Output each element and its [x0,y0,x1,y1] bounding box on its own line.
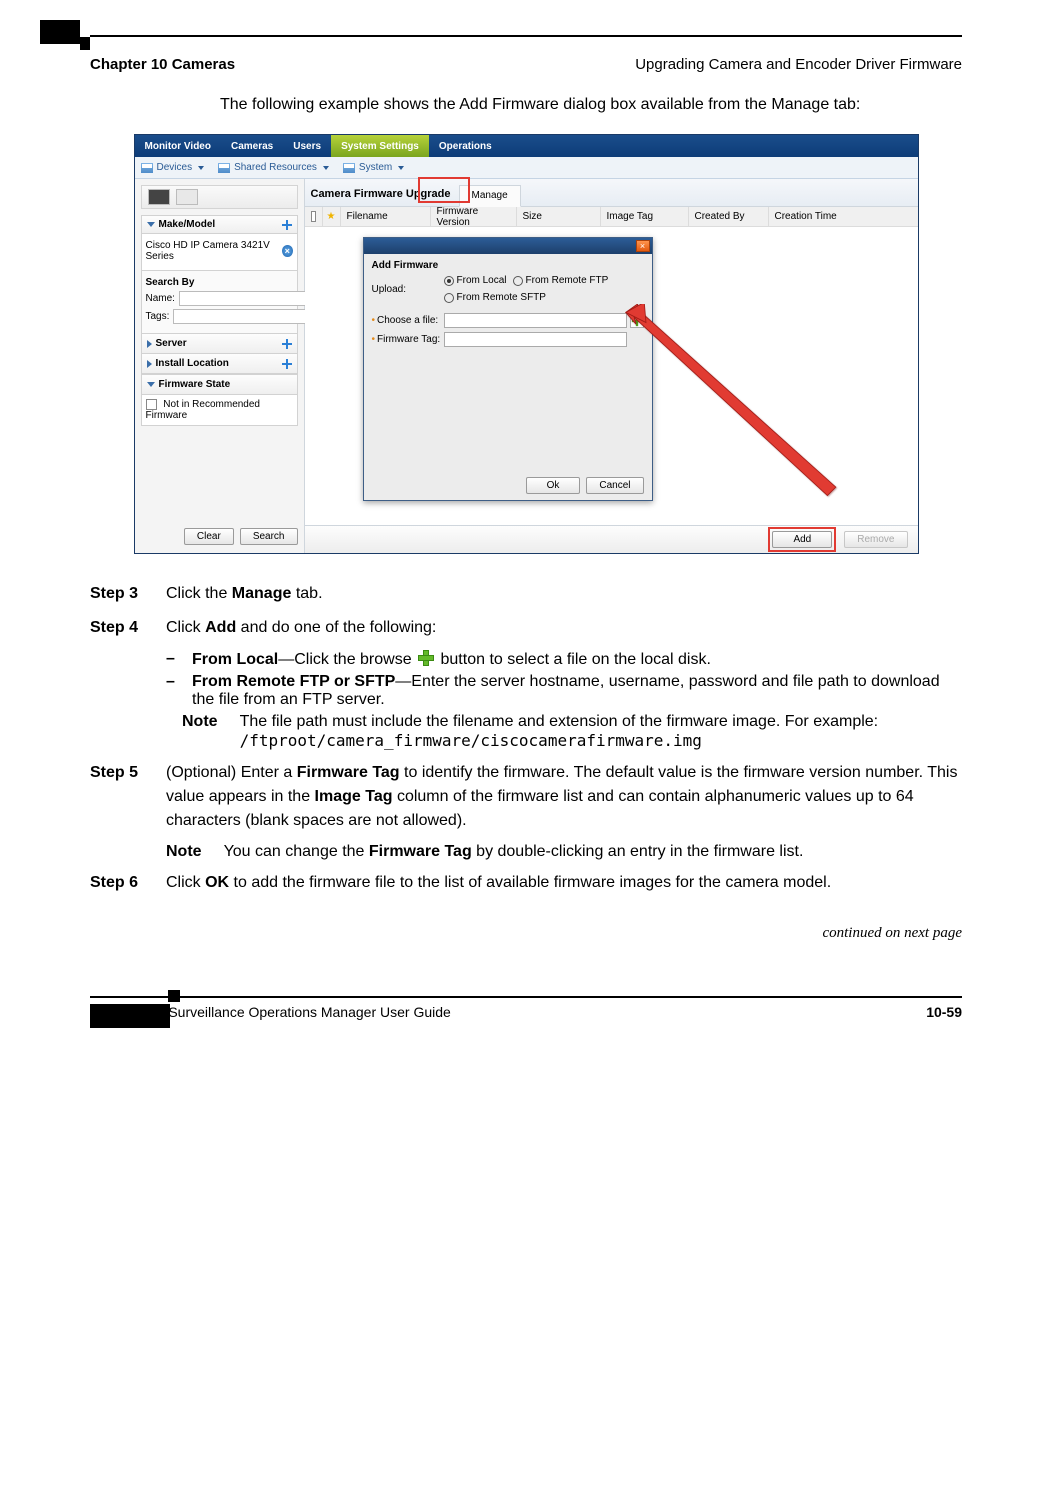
search-button[interactable]: Search [240,528,298,545]
tags-label: Tags: [146,311,170,322]
panel-firmware-state-body: Not in Recommended Firmware [141,395,298,426]
step-4-option-b: – From Remote FTP or SFTP—Enter the serv… [166,673,962,709]
panel-firmware-state-header[interactable]: Firmware State [141,374,298,395]
col-image-tag[interactable]: Image Tag [601,207,689,226]
top-rule [90,35,962,37]
right-content: Camera Firmware Upgrade Manage ★ Filenam… [305,179,918,553]
tab-users[interactable]: Users [283,135,331,157]
clear-button[interactable]: Clear [184,528,234,545]
tab-monitor-video[interactable]: Monitor Video [135,135,221,157]
document-footer: Cisco Video Surveillance Operations Mana… [90,978,962,1020]
panel-make-model-header[interactable]: Make/Model [141,215,298,234]
radio-from-local[interactable]: From Local [444,275,507,286]
add-icon[interactable] [282,220,292,230]
subnav-shared-resources[interactable]: Shared Resources [212,162,337,173]
model-row[interactable]: Cisco HD IP Camera 3421V Series × [146,238,293,264]
table-header: ★ Filename Firmware Version Size Image T… [305,207,918,227]
table-body: × Add Firmware Upload: From Local From R… [305,227,918,525]
col-filename[interactable]: Filename [341,207,431,226]
col-star-icon[interactable]: ★ [323,207,341,226]
tab-system-settings[interactable]: System Settings [331,135,429,157]
col-creation-time[interactable]: Creation Time [769,207,918,226]
firmware-tag-label: •Firmware Tag: [372,334,444,345]
corner-marker-top-left-small [80,37,90,50]
panel-server-header[interactable]: Server [141,334,298,354]
col-size[interactable]: Size [517,207,601,226]
app-subnav: Devices Shared Resources System [135,157,918,179]
tab-cameras[interactable]: Cameras [221,135,283,157]
tab-operations[interactable]: Operations [429,135,502,157]
step-4-option-a: – From Local—Click the browse button to … [166,650,962,669]
add-icon[interactable] [282,359,292,369]
checkbox-not-in-recommended[interactable] [146,399,157,410]
add-button[interactable]: Add [772,531,832,548]
remove-button[interactable]: Remove [844,531,907,548]
highlight-manage-tab [418,177,470,203]
dialog-heading: Add Firmware [372,260,644,271]
page-header: Chapter 10 Cameras Upgrading Camera and … [90,56,962,73]
stack-icon [343,163,355,173]
col-firmware-version[interactable]: Firmware Version [431,207,517,226]
tags-input[interactable] [173,309,311,324]
radio-from-remote-sftp[interactable]: From Remote SFTP [444,292,546,303]
chevron-down-icon [147,222,155,227]
corner-marker-top-left [40,20,80,44]
ok-button[interactable]: Ok [526,477,581,494]
plus-icon [632,316,642,326]
stack-icon [218,163,230,173]
close-icon[interactable]: × [636,240,650,252]
dialog-titlebar: × [364,238,652,254]
panel-make-model-body: Cisco HD IP Camera 3421V Series × [141,234,298,271]
choose-file-input[interactable] [444,313,627,328]
toolbar-icon-b[interactable] [176,189,198,205]
intro-text: The following example shows the Add Firm… [90,93,962,116]
page-number: 10-59 [926,1004,962,1020]
step-4: Step 4 Click Add and do one of the follo… [90,616,962,640]
step-3: Step 3 Click the Manage tab. [90,582,962,606]
chevron-right-icon [147,340,152,348]
remove-icon[interactable]: × [282,245,293,257]
chevron-right-icon [147,360,152,368]
step-5-note: Note You can change the Firmware Tag by … [166,843,962,861]
step-4-note: Note The file path must include the file… [182,713,962,751]
toolbar-icon-a[interactable] [148,189,170,205]
chevron-down-icon [198,166,204,170]
chevron-down-icon [323,166,329,170]
cancel-button[interactable]: Cancel [586,477,643,494]
upload-label: Upload: [372,284,444,295]
choose-file-label: •Choose a file: [372,315,444,326]
col-created-by[interactable]: Created By [689,207,769,226]
name-label: Name: [146,293,175,304]
browse-button[interactable] [630,314,644,328]
left-sidebar: Make/Model Cisco HD IP Camera 3421V Seri… [135,179,305,553]
add-icon[interactable] [282,339,292,349]
subnav-system[interactable]: System [337,162,412,173]
corner-marker-bottom-left [90,1004,170,1028]
chevron-down-icon [147,382,155,387]
right-header: Camera Firmware Upgrade Manage [305,179,918,207]
left-toolbar [141,185,298,209]
col-check[interactable] [305,207,323,226]
step-6: Step 6 Click OK to add the firmware file… [90,871,962,895]
subnav-devices[interactable]: Devices [135,162,213,173]
plus-icon [418,650,434,666]
screenshot-frame: Monitor Video Cameras Users System Setti… [134,134,919,554]
panel-search-by: Search By Name: Tags: [141,271,298,334]
panel-install-location-header[interactable]: Install Location [141,354,298,374]
stack-icon [141,163,153,173]
chevron-down-icon [398,166,404,170]
bottom-rule [90,996,962,998]
right-footer: Add Remove [305,525,918,553]
add-firmware-dialog: × Add Firmware Upload: From Local From R… [363,237,653,501]
chapter-label: Chapter 10 Cameras [90,56,235,73]
section-label: Upgrading Camera and Encoder Driver Firm… [635,56,962,73]
radio-from-remote-ftp[interactable]: From Remote FTP [513,275,609,286]
continued-text: continued on next page [90,925,962,942]
name-input[interactable] [179,291,317,306]
app-topnav: Monitor Video Cameras Users System Setti… [135,135,918,157]
firmware-tag-input[interactable] [444,332,627,347]
step-5: Step 5 (Optional) Enter a Firmware Tag t… [90,761,962,833]
